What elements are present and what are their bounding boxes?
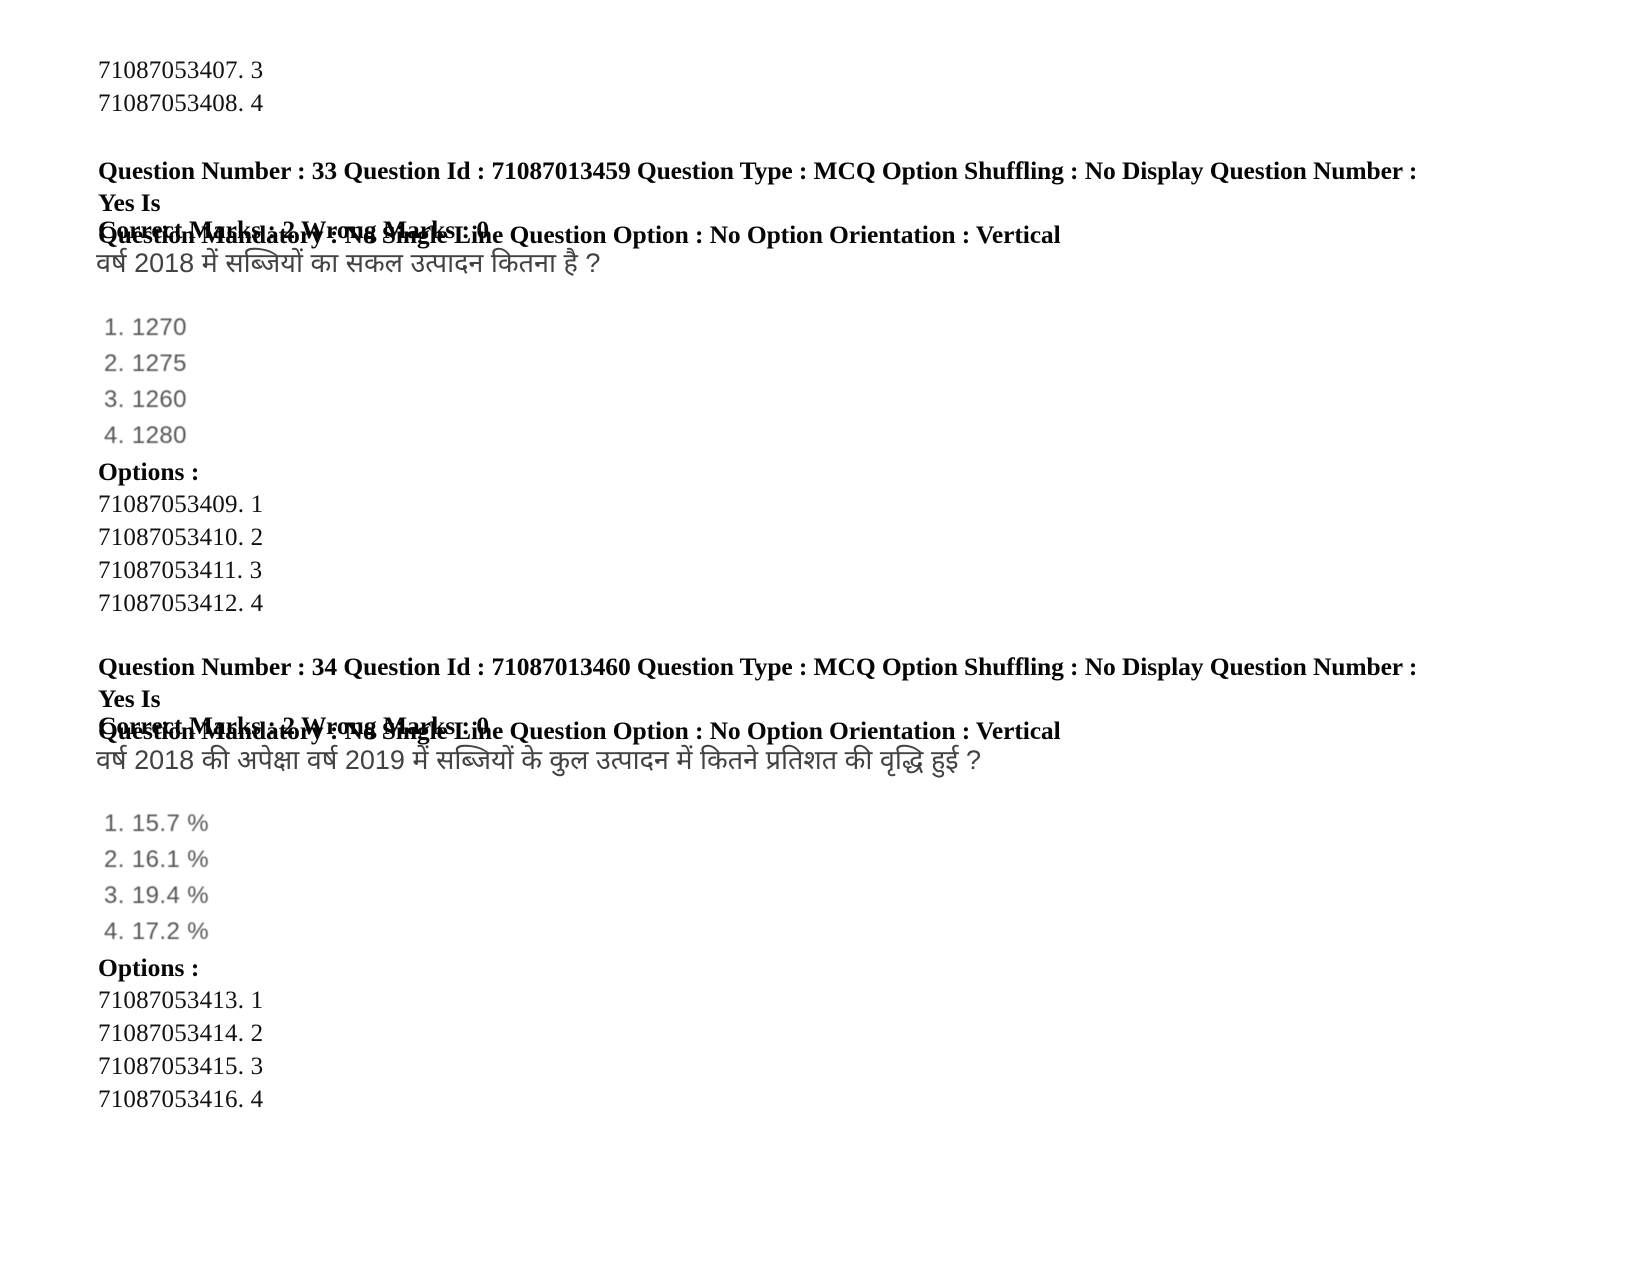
- question-33-option-id-list: 71087053409. 1 71087053410. 2 7108705341…: [98, 488, 263, 620]
- choice-item[interactable]: 4. 1280: [104, 418, 187, 454]
- question-34-options-label: Options :: [98, 953, 200, 982]
- option-id-line: 71087053412. 4: [98, 590, 264, 617]
- question-34-marks-line: Correct Marks : 2 Wrong Marks : 0: [98, 711, 490, 740]
- choice-item[interactable]: 1. 1270: [104, 310, 187, 346]
- question-meta-line-1: Question Number : 33 Question Id : 71087…: [98, 156, 1418, 217]
- choice-item[interactable]: 3. 1260: [104, 382, 187, 418]
- choice-item[interactable]: 1. 15.7 %: [104, 806, 209, 842]
- choice-item[interactable]: 3. 19.4 %: [104, 878, 209, 914]
- option-id-line: 71087053409. 1: [98, 491, 264, 518]
- question-meta-line-1: Question Number : 34 Question Id : 71087…: [98, 652, 1418, 713]
- question-33-options-label: Options :: [98, 457, 200, 486]
- question-33-marks-line: Correct Marks : 2 Wrong Marks : 0: [98, 215, 490, 244]
- option-id-line: 71087053408. 4: [98, 90, 264, 117]
- option-id-line: 71087053413. 1: [98, 987, 264, 1014]
- option-id-line: 71087053416. 4: [98, 1086, 264, 1113]
- question-34-choice-list: 1. 15.7 % 2. 16.1 % 3. 19.4 % 4. 17.2 %: [104, 806, 209, 950]
- question-34-option-id-list: 71087053413. 1 71087053414. 2 7108705341…: [98, 984, 263, 1116]
- question-34-stem-text: वर्ष 2018 की अपेक्षा वर्ष 2019 में सब्जि…: [96, 745, 982, 775]
- option-id-line: 71087053411. 3: [98, 557, 263, 584]
- option-id-line: 71087053407. 3: [98, 57, 264, 84]
- question-33-stem-text: वर्ष 2018 में सब्जियों का सकल उत्पादन कि…: [96, 248, 601, 278]
- choice-item[interactable]: 2. 1275: [104, 346, 187, 382]
- choice-item[interactable]: 4. 17.2 %: [104, 914, 209, 950]
- option-id-line: 71087053414. 2: [98, 1020, 264, 1047]
- option-id-line: 71087053410. 2: [98, 524, 264, 551]
- previous-question-option-id-list: 71087053407. 3 71087053408. 4: [98, 54, 263, 120]
- choice-item[interactable]: 2. 16.1 %: [104, 842, 209, 878]
- question-33-choice-list: 1. 1270 2. 1275 3. 1260 4. 1280: [104, 310, 187, 454]
- document-page: 71087053407. 3 71087053408. 4 Question N…: [0, 0, 1650, 1275]
- option-id-line: 71087053415. 3: [98, 1053, 264, 1080]
